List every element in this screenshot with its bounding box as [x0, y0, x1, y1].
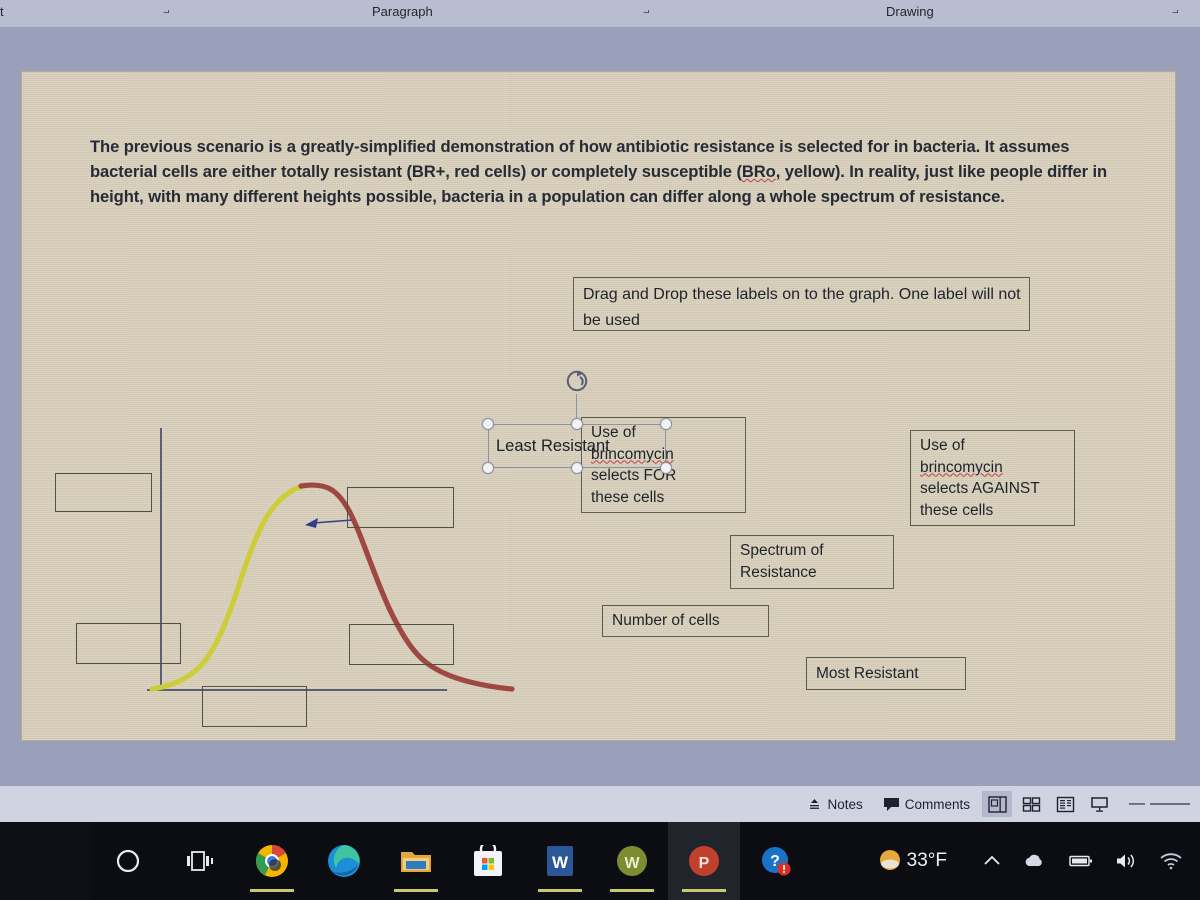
resize-handle-bottom-center[interactable] — [571, 462, 583, 474]
normal-view-icon — [987, 795, 1007, 813]
reading-view-icon — [1056, 796, 1074, 812]
status-bar: Notes Comments — — [0, 786, 1200, 822]
ribbon-bottom-strip: t Paragraph Drawing — [0, 0, 1200, 28]
weather-temperature: 33°F — [906, 850, 947, 871]
label-spectrum-line1: Spectrum of — [740, 542, 824, 559]
comments-button[interactable]: Comments — [873, 790, 980, 818]
comments-label: Comments — [904, 796, 970, 812]
weather-icon — [879, 850, 900, 870]
label-selects-for-line4: these cells — [591, 488, 665, 506]
webex-running-indicator — [610, 889, 654, 892]
volume-icon — [1117, 854, 1135, 868]
notes-icon — [810, 798, 820, 809]
label-selects-against-line1: Use of — [920, 437, 965, 454]
show-hidden-icons-button[interactable] — [972, 854, 1012, 868]
file-explorer-running-indicator — [394, 889, 438, 892]
drop-box-bottom-center[interactable] — [202, 686, 307, 727]
file-explorer-icon[interactable] — [380, 822, 452, 900]
resize-handle-top-left[interactable] — [482, 418, 494, 430]
label-most-resistant-text: Most Resistant — [816, 664, 919, 682]
label-selects-against-line4: these cells — [920, 501, 994, 519]
resize-handle-top-center[interactable] — [571, 418, 583, 430]
cloud-icon — [1025, 854, 1042, 866]
rotate-handle-icon[interactable] — [564, 368, 590, 394]
wifi-tray-icon[interactable] — [1148, 852, 1194, 870]
cortana-icon[interactable] — [92, 822, 164, 900]
zoom-slider[interactable]: — — [1124, 795, 1194, 813]
comment-icon — [883, 797, 899, 811]
start-button-area[interactable] — [0, 822, 92, 900]
resize-handle-top-right[interactable] — [660, 418, 672, 430]
chrome-running-indicator — [250, 889, 294, 892]
label-number-of-cells-text: Number of cells — [612, 612, 720, 630]
ribbon-truncated-label: t — [0, 4, 4, 19]
ribbon-group-paragraph-label: Paragraph — [372, 4, 433, 19]
drop-box-arrow-target[interactable] — [347, 487, 454, 528]
label-selects-against-line2: brincomycin — [920, 458, 1003, 476]
view-button-reading[interactable] — [1050, 791, 1080, 817]
notes-button[interactable]: Notes — [797, 790, 872, 818]
volume-tray-icon[interactable] — [1104, 852, 1148, 870]
notes-label: Notes — [827, 796, 863, 812]
windows-taskbar: W W P ? 33°F — [0, 822, 1200, 900]
chevron-up-icon — [984, 855, 1000, 865]
onedrive-tray-icon[interactable] — [1012, 853, 1058, 869]
label-selects-against-line3: selects AGAINST — [920, 480, 1040, 497]
battery-tray-icon[interactable] — [1058, 854, 1104, 868]
svg-text:P: P — [699, 855, 710, 872]
powerpoint-icon[interactable]: P — [668, 822, 740, 900]
drop-box-top-left[interactable] — [55, 473, 152, 512]
body-text-misspelled-word: BRo — [741, 162, 776, 181]
slide-sorter-icon — [1022, 796, 1040, 812]
system-tray: 33°F — [866, 822, 1200, 900]
zoom-out-button[interactable]: — — [1124, 795, 1150, 813]
weather-widget[interactable]: 33°F — [866, 848, 972, 874]
label-number-of-cells[interactable]: Number of cells — [602, 605, 769, 637]
resize-handle-bottom-right[interactable] — [660, 462, 672, 474]
svg-text:W: W — [552, 853, 569, 872]
slide-show-icon — [1090, 796, 1108, 812]
wifi-icon — [1160, 853, 1182, 870]
selected-textbox-text: Least Resistant — [496, 436, 610, 455]
slide-canvas[interactable]: The previous scenario is a greatly-simpl… — [22, 72, 1175, 740]
label-most-resistant[interactable]: Most Resistant — [806, 657, 966, 690]
powerpoint-running-indicator — [682, 889, 726, 892]
view-button-slide-sorter[interactable] — [1016, 791, 1046, 817]
drop-box-bottom-left[interactable] — [76, 623, 181, 664]
zoom-track[interactable] — [1150, 803, 1190, 805]
task-view-icon[interactable] — [164, 822, 236, 900]
slide-body-text[interactable]: The previous scenario is a greatly-simpl… — [90, 134, 1110, 209]
microsoft-store-icon[interactable] — [452, 822, 524, 900]
resize-handle-bottom-left[interactable] — [482, 462, 494, 474]
webex-icon[interactable]: W — [596, 822, 668, 900]
word-icon[interactable]: W — [524, 822, 596, 900]
word-running-indicator — [538, 889, 582, 892]
label-spectrum-of-resistance[interactable]: Spectrum of Resistance — [730, 535, 894, 589]
help-icon[interactable]: ? — [740, 822, 812, 900]
powerpoint-window: t Paragraph Drawing The previous scenari… — [0, 0, 1200, 900]
paragraph-dialog-launcher-icon[interactable] — [163, 6, 174, 17]
selected-textbox-least-resistant[interactable]: Least Resistant — [482, 370, 672, 474]
ribbon-group-drawing-label: Drawing — [886, 4, 934, 19]
chrome-icon[interactable] — [236, 822, 308, 900]
view-button-slide-show[interactable] — [1084, 791, 1114, 817]
view-button-normal[interactable] — [982, 791, 1012, 817]
battery-icon — [1069, 855, 1092, 867]
instruction-box[interactable]: Drag and Drop these labels on to the gra… — [573, 277, 1030, 331]
edge-icon[interactable] — [308, 822, 380, 900]
drawing-dialog-launcher-icon[interactable] — [643, 6, 654, 17]
ribbon-right-dialog-launcher-icon[interactable] — [1172, 6, 1183, 17]
callout-arrow — [305, 518, 353, 528]
label-spectrum-line2: Resistance — [740, 563, 817, 581]
instruction-text: Drag and Drop these labels on to the gra… — [583, 286, 1021, 329]
drop-box-bottom-right[interactable] — [349, 624, 454, 665]
label-selects-against[interactable]: Use of brincomycin selects AGAINST these… — [910, 430, 1075, 526]
svg-text:W: W — [624, 855, 640, 872]
